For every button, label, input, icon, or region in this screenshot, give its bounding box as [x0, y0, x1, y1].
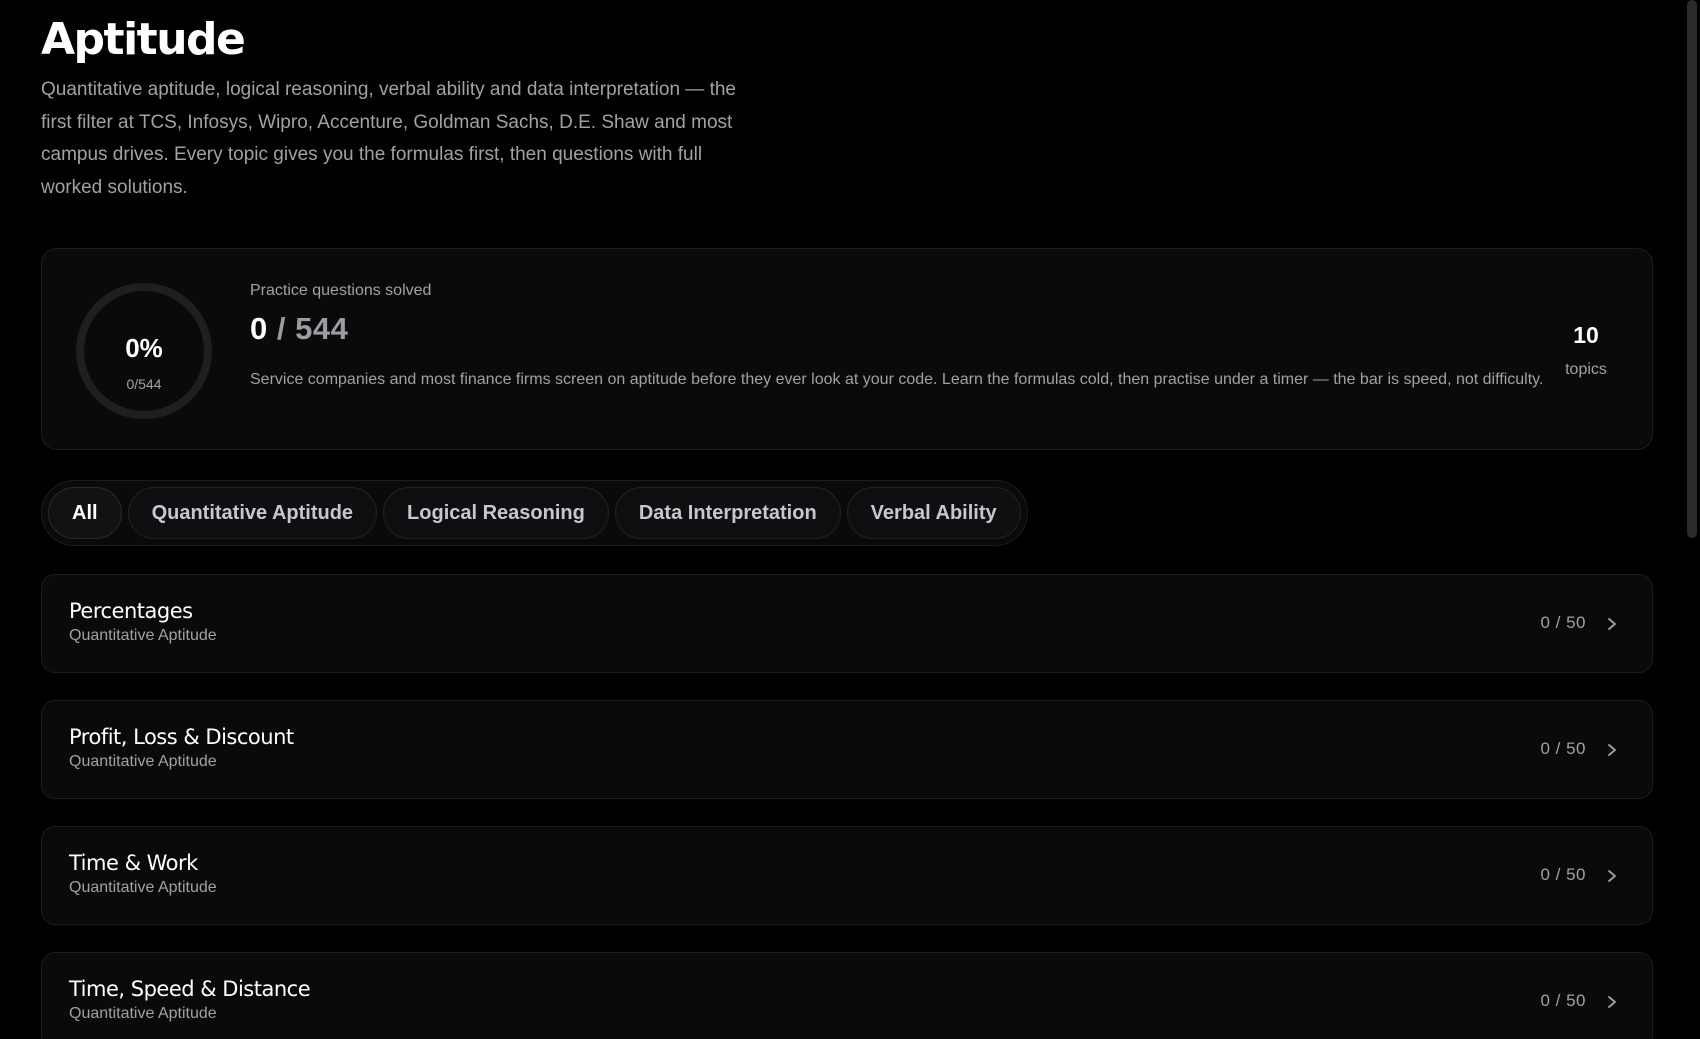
- tab-all[interactable]: All: [48, 487, 122, 539]
- solved-label: Practice questions solved: [250, 282, 432, 299]
- topic-row-percentages[interactable]: Percentages Quantitative Aptitude 0 / 50: [41, 574, 1653, 673]
- progress-ring: 0% 0/544: [74, 281, 214, 421]
- topic-list: Percentages Quantitative Aptitude 0 / 50…: [41, 574, 1653, 1039]
- topic-progress: 0 / 50: [1540, 991, 1586, 1010]
- topic-progress: 0 / 50: [1540, 613, 1586, 632]
- category-filter-tabs: All Quantitative Aptitude Logical Reason…: [41, 480, 1028, 546]
- page-description: Quantitative aptitude, logical reasoning…: [41, 79, 736, 198]
- topics-label: topics: [1565, 361, 1607, 378]
- total-value: 544: [295, 311, 349, 346]
- topic-row-time-speed-distance[interactable]: Time, Speed & Distance Quantitative Apti…: [41, 952, 1653, 1039]
- page-scrollbar[interactable]: [1684, 0, 1700, 1039]
- tab-verbal-ability[interactable]: Verbal Ability: [846, 487, 1021, 539]
- progress-note: Service companies and most finance firms…: [250, 371, 1544, 388]
- topic-row-time-work[interactable]: Time & Work Quantitative Aptitude 0 / 50: [41, 826, 1653, 925]
- topic-name: Percentages: [69, 599, 193, 623]
- chevron-right-icon: [1608, 744, 1616, 756]
- topic-category: Quantitative Aptitude: [69, 879, 217, 896]
- topic-row-profit-loss-discount[interactable]: Profit, Loss & Discount Quantitative Apt…: [41, 700, 1653, 799]
- topics-count: 10: [1573, 322, 1599, 348]
- chevron-right-icon: [1608, 996, 1616, 1008]
- tab-quantitative-aptitude[interactable]: Quantitative Aptitude: [127, 487, 378, 539]
- aptitude-page: Aptitude Quantitative aptitude, logical …: [0, 0, 1700, 1039]
- solved-count: 0 / 544: [250, 311, 348, 347]
- progress-summary-card: 0% 0/544 Practice questions solved 0 / 5…: [41, 248, 1653, 450]
- tab-logical-reasoning[interactable]: Logical Reasoning: [383, 487, 609, 539]
- solved-value: 0: [250, 311, 268, 346]
- solved-separator: /: [276, 311, 286, 346]
- progress-fraction: 0/544: [126, 376, 162, 392]
- chevron-right-icon: [1608, 618, 1616, 630]
- chevron-right-icon: [1608, 870, 1616, 882]
- topic-name: Time & Work: [69, 851, 198, 875]
- tab-data-interpretation[interactable]: Data Interpretation: [614, 487, 841, 539]
- topic-name: Profit, Loss & Discount: [69, 725, 294, 749]
- scrollbar-thumb[interactable]: [1687, 0, 1697, 538]
- progress-percent: 0%: [125, 333, 163, 363]
- topic-category: Quantitative Aptitude: [69, 627, 217, 644]
- topic-category: Quantitative Aptitude: [69, 753, 217, 770]
- topic-progress: 0 / 50: [1540, 865, 1586, 884]
- page-title: Aptitude: [41, 14, 246, 65]
- topic-name: Time, Speed & Distance: [69, 977, 311, 1001]
- topic-progress: 0 / 50: [1540, 739, 1586, 758]
- topic-category: Quantitative Aptitude: [69, 1005, 217, 1022]
